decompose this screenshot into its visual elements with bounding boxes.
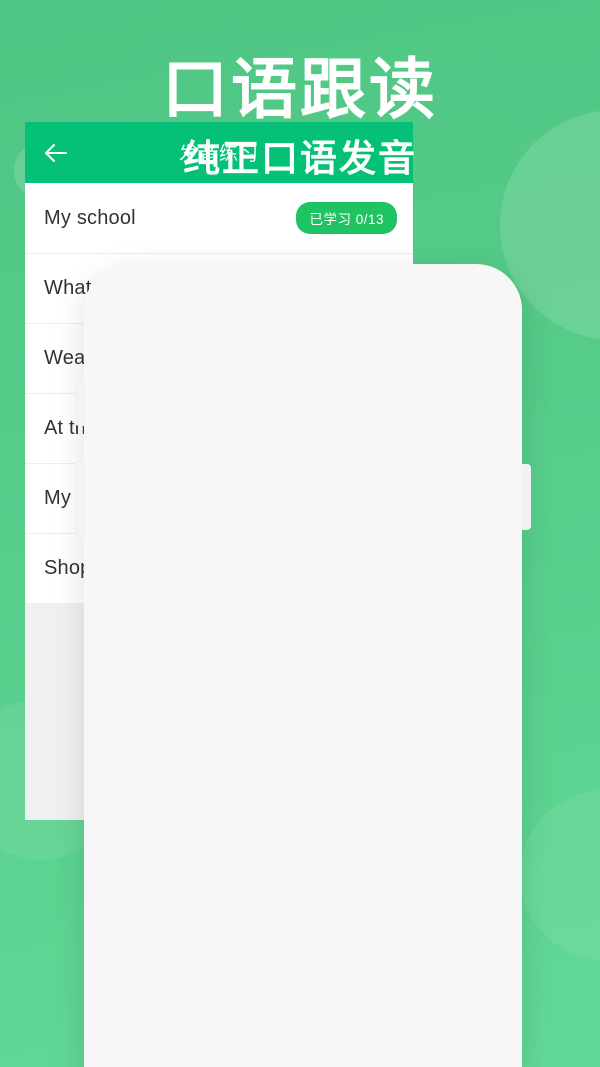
hero-title: 口语跟读: [162, 52, 438, 126]
promo-screen: 口语跟读 纯正口语发音 发音练习 My school 已学习 0/13 What…: [0, 0, 600, 1067]
phone-mockup: [75, 264, 531, 1067]
power-button[interactable]: [521, 464, 531, 530]
volume-down-button[interactable]: [75, 460, 85, 540]
hero-headline: 口语跟读 纯正口语发音: [0, 50, 600, 182]
hero-subtitle: 纯正口语发音: [183, 138, 417, 179]
volume-up-button[interactable]: [75, 380, 85, 426]
lesson-name: My school: [44, 206, 136, 229]
decorative-circle-lower-right: [520, 790, 600, 960]
list-item[interactable]: My school 已学习 0/13: [25, 183, 413, 253]
status-badge: 已学习 0/13: [296, 202, 397, 234]
